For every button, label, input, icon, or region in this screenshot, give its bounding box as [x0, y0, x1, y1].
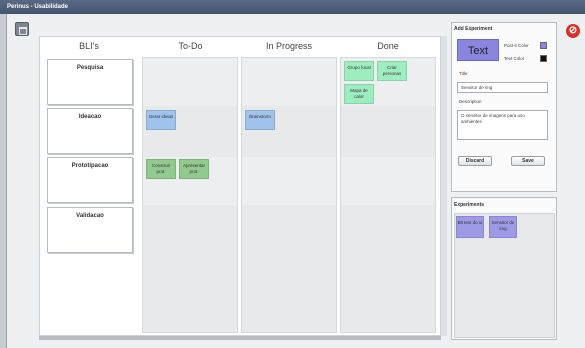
board-scrollbar[interactable] — [441, 36, 447, 336]
text-color-swatch[interactable] — [540, 55, 547, 62]
row-band — [242, 157, 336, 205]
title-input[interactable]: Sensitor de img — [457, 82, 548, 93]
post-it-color-label: Post-it Color — [504, 43, 529, 48]
window-title: Perinus - Usabilidade — [7, 4, 69, 10]
close-icon[interactable]: ⊘ — [566, 24, 580, 38]
experiment-note[interactable]: Blt test do ui — [456, 216, 484, 238]
column-header-blis: BLI's — [79, 41, 99, 51]
sticky-note[interactable]: Criar personas — [377, 61, 407, 81]
discard-button[interactable]: Discard — [458, 156, 492, 166]
save-button[interactable]: Save — [511, 156, 545, 166]
sticky-note[interactable]: Brainstorm — [245, 110, 275, 130]
title-label: Title — [459, 71, 468, 76]
row-band — [143, 58, 237, 106]
board-footer-bar — [39, 336, 441, 340]
row-label-ideacao[interactable]: Ideacao — [47, 108, 133, 154]
row-band — [341, 157, 435, 205]
description-label: Description — [459, 99, 482, 104]
column-header-in-progress: In Progress — [265, 41, 313, 51]
row-label-pesquisa[interactable]: Pesquisa — [47, 59, 133, 105]
sticky-note[interactable]: Gerar ideias — [146, 110, 176, 130]
post-it-preview: Text — [457, 39, 499, 61]
post-it-color-swatch[interactable] — [540, 42, 547, 49]
menu-icon[interactable] — [15, 22, 29, 36]
sticky-note[interactable]: Grupo focal — [344, 61, 374, 81]
row-label-prototipacao[interactable]: Prototipacao — [47, 157, 133, 203]
row-band — [242, 58, 336, 106]
sticky-note[interactable]: Mapa de calor — [344, 84, 374, 104]
experiment-note[interactable]: Sensitor de img — [489, 216, 517, 238]
column-header-todo: To-Do — [178, 41, 203, 51]
text-color-label: Text Color — [504, 56, 525, 61]
add-experiment-title: Add Experiment — [454, 26, 493, 32]
description-input[interactable]: O sensitor de imagens para uso ambientes — [457, 110, 548, 140]
experiments-title: Experiments — [454, 202, 485, 208]
sticky-note[interactable]: Apresentar prot. — [179, 159, 209, 179]
sticky-note[interactable]: Construir prot. — [146, 159, 176, 179]
column-header-done: Done — [377, 41, 399, 51]
window-titlebar: Perinus - Usabilidade — [0, 0, 585, 14]
row-label-validacao[interactable]: Validacao — [47, 207, 133, 253]
